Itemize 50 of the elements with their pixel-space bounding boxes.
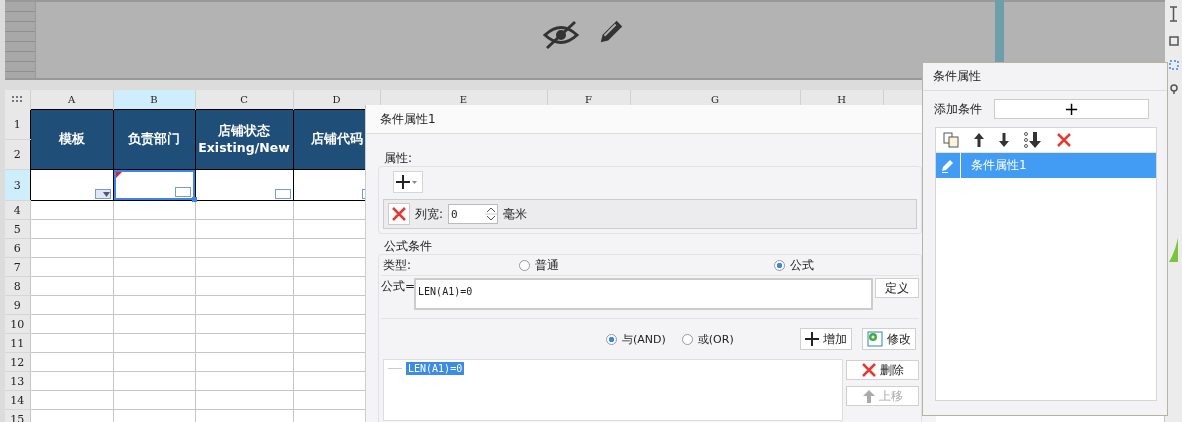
delete-icon[interactable] — [1057, 133, 1071, 147]
column-header[interactable]: A — [30, 90, 113, 110]
section-label: 属性: — [384, 150, 414, 166]
section-label: 公式条件 — [384, 238, 433, 254]
add-attribute-button[interactable] — [393, 171, 423, 193]
delete-button[interactable]: 删除 — [846, 360, 919, 380]
grid-icon[interactable] — [11, 96, 23, 104]
up-arrow-icon — [862, 389, 875, 403]
vertical-arrows-icon[interactable] — [1169, 6, 1178, 22]
caret-icon[interactable] — [102, 191, 110, 197]
formula-field[interactable]: LEN(A1)=0 — [414, 278, 873, 310]
number-field[interactable]: 0 — [448, 204, 499, 224]
field-label: 添加条件 — [934, 100, 982, 118]
plus-icon — [804, 332, 819, 346]
header-cell: 模板 — [30, 109, 113, 170]
panel-title: 条件属性 — [923, 63, 1167, 91]
radio-button[interactable]: 普通 — [519, 257, 559, 274]
header-cell: 负责部门 — [113, 109, 195, 170]
column-header[interactable]: C — [195, 90, 293, 110]
row-number[interactable]: 3 — [5, 169, 30, 201]
radio-button[interactable]: 或(OR) — [681, 331, 734, 347]
eye-slash-icon[interactable] — [543, 20, 579, 50]
radio-button[interactable]: 与(AND) — [606, 331, 666, 347]
row-number[interactable]: 2 — [5, 139, 30, 170]
column-header[interactable]: B — [113, 90, 195, 110]
copy-icon[interactable] — [943, 132, 959, 148]
up-arrow-icon[interactable] — [974, 133, 984, 147]
pencil-icon — [941, 158, 955, 173]
radio-button[interactable]: 公式 — [774, 257, 814, 274]
add-button[interactable]: 增加 — [799, 328, 852, 350]
field-label: 公式= — [381, 278, 416, 295]
define-button[interactable]: 定义 — [875, 278, 919, 298]
square-icon[interactable] — [1168, 36, 1179, 46]
field-label: 列宽: — [415, 205, 444, 223]
close-icon — [861, 363, 876, 377]
modify-button[interactable]: 修改 — [861, 328, 916, 350]
leaf-icon — [1169, 238, 1178, 262]
delete-button[interactable] — [388, 203, 410, 225]
gear-icon — [866, 331, 883, 347]
field-label: 类型: — [383, 257, 412, 274]
move-to-bottom-icon[interactable] — [1024, 132, 1042, 148]
header-cell: 店铺状态 Existing/New — [195, 109, 293, 170]
down-arrow-icon[interactable] — [999, 133, 1009, 147]
spinner-arrows-icon[interactable] — [485, 205, 498, 223]
selected-cell[interactable] — [113, 170, 195, 200]
unit-label: 毫米 — [503, 205, 528, 223]
row-number[interactable]: 1 — [5, 109, 30, 140]
add-condition-button[interactable]: + — [994, 99, 1149, 119]
column-header[interactable]: D — [293, 90, 380, 110]
magnifier-icon[interactable] — [1168, 84, 1179, 94]
